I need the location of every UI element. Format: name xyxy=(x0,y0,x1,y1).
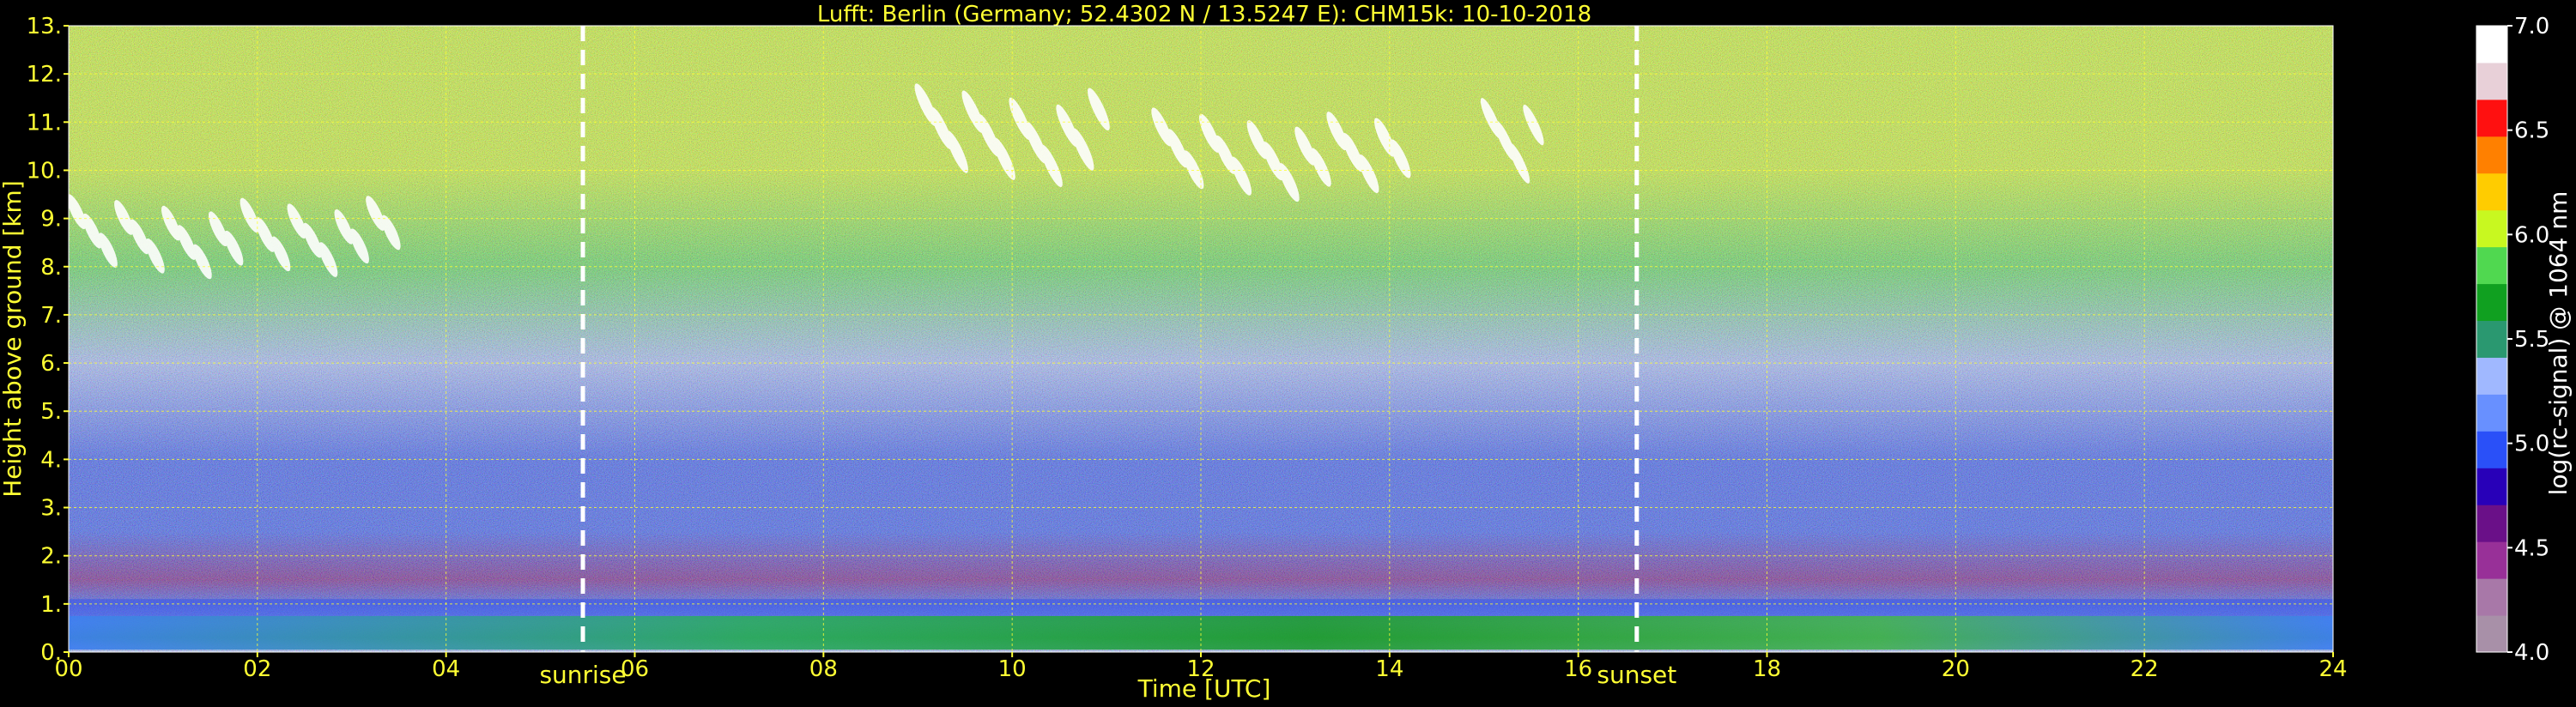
y-tick-label: 6. xyxy=(40,351,62,377)
colorbar-label: log(rc-signal) @ 1064 nm xyxy=(2544,191,2573,496)
x-tick-label: 04 xyxy=(432,656,460,682)
chart-title: Lufft: Berlin (Germany; 52.4302 N / 13.5… xyxy=(817,2,1591,27)
colorbar-tick-label: 6.5 xyxy=(2514,118,2549,144)
y-tick-label: 8. xyxy=(40,255,62,281)
y-tick-label: 9. xyxy=(40,207,62,233)
x-tick-label: 14 xyxy=(1375,656,1403,682)
y-axis-label: Height above ground [km] xyxy=(0,180,27,498)
y-tick-label: 10. xyxy=(27,158,62,184)
y-tick-label: 12. xyxy=(27,62,62,88)
x-tick-label: 10 xyxy=(998,656,1027,682)
y-tick-label: 11. xyxy=(27,110,62,136)
y-tick-label: 1. xyxy=(40,592,62,618)
colorbar-tick-label: 4.5 xyxy=(2514,535,2549,561)
y-tick-label: 7. xyxy=(40,303,62,329)
y-axis-ticks: 0. 1. 2. 3. 4. 5. 6. 7. 8. 9. 10. 11. 12. 13. xyxy=(27,14,69,666)
colorbar-segment xyxy=(2476,615,2507,653)
x-tick-label: 24 xyxy=(2318,656,2347,682)
colorbar-segment xyxy=(2476,541,2507,579)
x-tick-label: 22 xyxy=(2131,656,2159,682)
sunset-label: sunset xyxy=(1597,661,1676,689)
colorbar-segment xyxy=(2476,357,2507,395)
y-tick-label: 0. xyxy=(40,640,62,666)
colorbar-segment xyxy=(2476,505,2507,542)
x-tick-label: 06 xyxy=(621,656,649,682)
colorbar-segment xyxy=(2476,246,2507,285)
x-axis-label: Time [UTC] xyxy=(1137,674,1271,703)
colorbar-segment xyxy=(2476,136,2507,174)
x-tick-label: 16 xyxy=(1564,656,1592,682)
y-tick-label: 5. xyxy=(40,399,62,425)
y-tick-label: 13. xyxy=(27,14,62,39)
x-tick-label: 08 xyxy=(809,656,838,682)
y-tick-label: 4. xyxy=(40,447,62,473)
x-tick-label: 20 xyxy=(1942,656,1970,682)
sunrise-label: sunrise xyxy=(539,661,626,689)
colorbar-segment xyxy=(2476,320,2507,358)
colorbar: 4.04.55.05.56.06.57.0 xyxy=(2476,14,2549,666)
colorbar-segment xyxy=(2476,394,2507,432)
colorbar-segment xyxy=(2476,172,2507,211)
colorbar-tick-label: 7.0 xyxy=(2514,14,2549,39)
colorbar-segment xyxy=(2476,99,2507,137)
ceilometer-figure: Lufft: Berlin (Germany; 52.4302 N / 13.5… xyxy=(0,2,2573,703)
x-tick-label: 02 xyxy=(243,656,271,682)
colorbar-segment xyxy=(2476,578,2507,616)
colorbar-segment xyxy=(2476,283,2507,322)
y-tick-label: 2. xyxy=(40,544,62,570)
colorbar-segment xyxy=(2476,431,2507,468)
colorbar-tick-label: 4.0 xyxy=(2514,640,2549,666)
colorbar-segment xyxy=(2476,209,2507,248)
heatmap-layer xyxy=(69,26,2333,652)
colorbar-segment xyxy=(2476,26,2507,63)
plot-area: sunrise sunset xyxy=(68,25,2334,689)
colorbar-segment xyxy=(2476,468,2507,505)
x-tick-label: 18 xyxy=(1753,656,1781,682)
y-tick-label: 3. xyxy=(40,496,62,522)
colorbar-segment xyxy=(2476,62,2507,100)
